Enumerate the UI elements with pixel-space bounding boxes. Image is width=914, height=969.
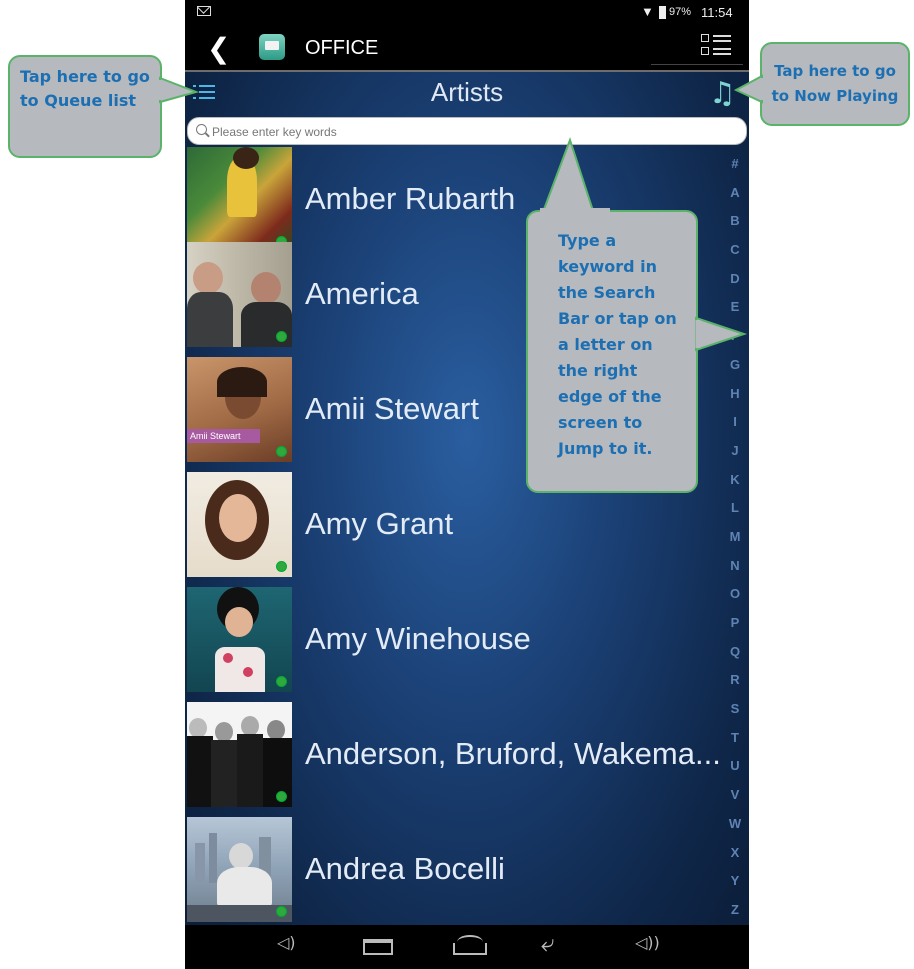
album-art [187,587,292,692]
index-letter[interactable]: N [725,558,745,587]
index-letter[interactable]: D [725,271,745,300]
callout-pointer [734,74,764,104]
index-letter[interactable]: I [725,414,745,443]
search-input[interactable] [210,121,734,143]
sub-header: Artists ♫ [185,72,749,116]
album-art [187,472,292,577]
index-letter[interactable]: R [725,672,745,701]
battery-level: 97% [669,6,692,18]
artist-name: Amy Grant [305,506,454,541]
index-letter[interactable]: K [725,472,745,501]
index-letter[interactable]: Y [725,873,745,902]
index-letter[interactable]: L [725,500,745,529]
callout-now-playing-text: Tap here to go to Now Playing [771,62,899,105]
volume-up-icon[interactable]: ◁)) [635,933,660,952]
artist-name: Amber Rubarth [305,181,516,216]
album-art [187,242,292,347]
list-item[interactable]: Andrea Bocelli [185,817,725,927]
callout-now-playing: Tap here to go to Now Playing [760,42,910,126]
album-art [187,147,292,252]
battery-icon [659,6,666,19]
back-arrow-icon[interactable]: ⤶ [541,929,554,957]
index-letter[interactable]: W [725,816,745,845]
artist-name: Andrea Bocelli [305,851,505,886]
index-letter[interactable]: B [725,213,745,242]
callout-pointer [695,316,748,352]
chevron-left-icon[interactable]: ❮ [207,32,230,65]
artist-name: Anderson, Bruford, Wakema... [305,736,721,771]
search-icon [196,124,207,135]
album-art [187,817,292,922]
zone-icon [259,34,285,60]
alphabet-index[interactable]: # A B C D E F G H I J K L M N O P Q R S … [725,156,745,931]
index-letter[interactable]: # [725,156,745,185]
status-bar: ▼ 97% 11:54 [185,0,749,26]
index-letter[interactable]: Q [725,644,745,673]
music-note-icon[interactable]: ♫ [709,76,736,111]
index-letter[interactable]: X [725,845,745,874]
index-letter[interactable]: J [725,443,745,472]
zone-title[interactable]: OFFICE [305,37,378,60]
list-item[interactable]: Amy Winehouse [185,587,725,697]
list-menu-icon[interactable] [701,34,731,60]
divider [651,64,743,65]
list-item[interactable]: Anderson, Bruford, Wakema... [185,702,725,812]
artist-name: Amii Stewart [305,391,479,426]
artist-name: Amy Winehouse [305,621,531,656]
index-letter[interactable]: C [725,242,745,271]
callout-queue: Tap here to go to Queue list [8,55,162,158]
album-art [187,702,292,807]
index-letter[interactable]: O [725,586,745,615]
callout-pointer [158,76,200,104]
search-bar[interactable] [187,117,747,145]
wifi-icon: ▼ [641,4,654,19]
mail-icon [197,6,211,16]
callout-pointer-joint [540,208,610,215]
index-letter[interactable]: P [725,615,745,644]
system-nav-bar: ◁) ⤶ ◁)) [185,925,749,969]
index-letter[interactable]: S [725,701,745,730]
callout-search-text: Type a keyword in the Search Bar or tap … [558,231,677,458]
index-letter[interactable]: V [725,787,745,816]
clock: 11:54 [701,5,733,20]
artist-name: America [305,276,419,311]
index-letter[interactable]: M [725,529,745,558]
index-letter[interactable]: T [725,730,745,759]
album-art: Amii Stewart [187,357,292,462]
home-icon[interactable] [453,935,487,955]
index-letter[interactable]: H [725,386,745,415]
index-letter[interactable]: A [725,185,745,214]
callout-search: Type a keyword in the Search Bar or tap … [526,210,698,493]
album-cover-text: Amii Stewart [187,429,260,443]
volume-down-icon[interactable]: ◁) [277,933,296,952]
app-bar: ❮ OFFICE [185,26,749,72]
recent-apps-icon[interactable] [363,939,393,955]
index-letter[interactable]: G [725,357,745,386]
page-title: Artists [430,77,504,107]
index-letter[interactable]: U [725,758,745,787]
callout-queue-text: Tap here to go to Queue list [20,67,150,110]
